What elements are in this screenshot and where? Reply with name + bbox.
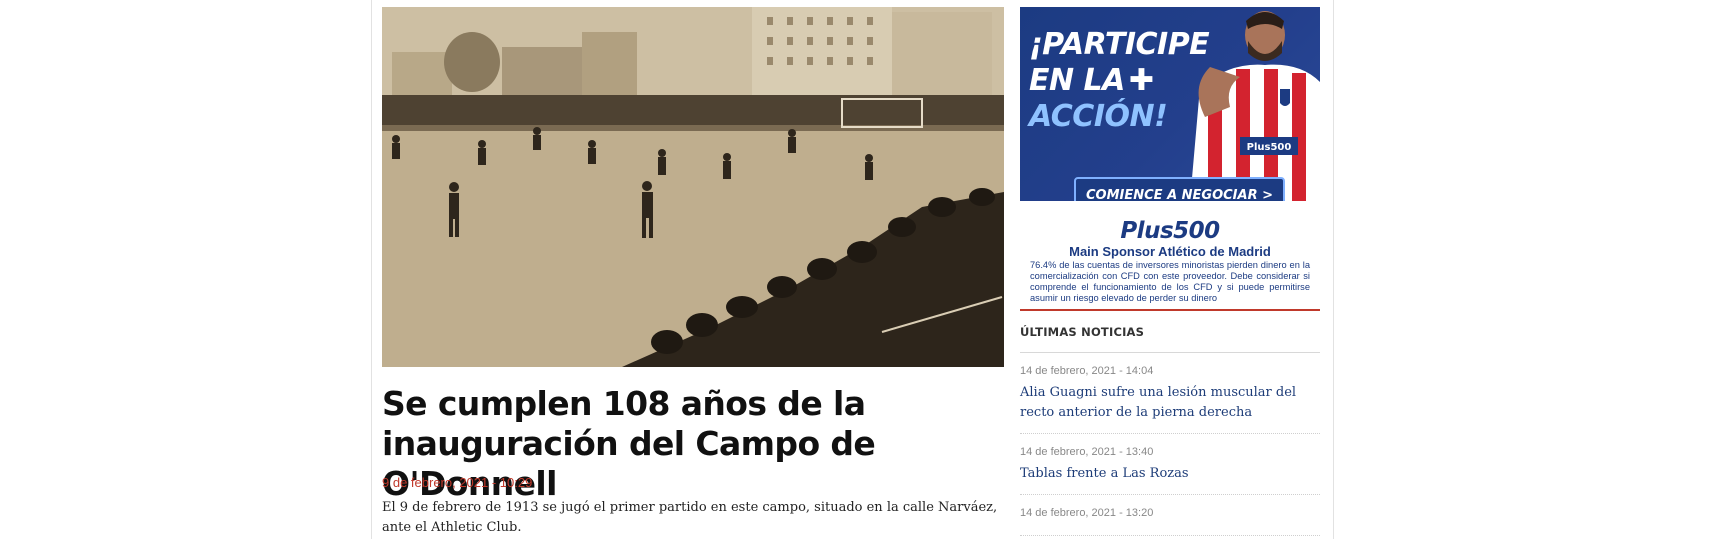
plus500-ad-banner[interactable]: ¡PARTICIPE EN LA ✚ ACCIÓN! Plus500 COMIEN… [1020,7,1320,201]
news-date: 14 de febrero, 2021 - 13:20 [1020,507,1154,519]
club-crest-icon [1280,89,1290,106]
plus500-logo[interactable]: Plus500 [1020,218,1320,244]
news-item[interactable]: 14 de febrero, 2021 - 14:04 Alia Guagni … [1020,353,1320,434]
page-frame: Se cumplen 108 años de la inauguración d… [371,0,1334,539]
sponsor-disclaimer: 76.4% de las cuentas de inversores minor… [1030,260,1310,303]
plus500-logo-text: Plus500 [1120,218,1220,244]
article-lead: El 9 de febrero de 1913 se jugó el prime… [382,500,998,535]
sponsor-block: Plus500 Main Sponsor Atlético de Madrid … [1020,201,1320,309]
shirt-sponsor-text: Plus500 [1247,142,1292,153]
sidebar: ¡PARTICIPE EN LA ✚ ACCIÓN! Plus500 COMIEN… [1020,7,1320,536]
latest-news-list: 14 de febrero, 2021 - 14:04 Alia Guagni … [1020,353,1320,536]
player-image: Plus500 [1190,11,1320,201]
news-item[interactable]: 14 de febrero, 2021 - 13:40 Tablas frent… [1020,434,1320,495]
latest-news-header: ÚLTIMAS NOTICIAS [1020,311,1320,353]
article-date: 9 de febrero, 2021 - 10:29 [382,475,533,490]
ad-headline-line2: EN LA [1029,63,1125,98]
news-item[interactable]: 14 de febrero, 2021 - 13:20 [1020,495,1320,536]
historic-football-photo [382,7,1004,367]
article-hero-photo[interactable] [382,7,1004,367]
news-title-link[interactable]: Alia Guagni sufre una lesión muscular de… [1020,383,1320,423]
start-trading-button[interactable]: COMIENCE A NEGOCIAR > [1074,177,1286,201]
plus-icon: ✚ [1128,63,1154,98]
sponsor-title: Main Sponsor Atlético de Madrid [1069,244,1271,259]
news-title-link[interactable]: Tablas frente a Las Rozas [1020,464,1320,484]
news-date: 14 de febrero, 2021 - 13:40 [1020,446,1154,458]
news-date: 14 de febrero, 2021 - 14:04 [1020,365,1154,377]
